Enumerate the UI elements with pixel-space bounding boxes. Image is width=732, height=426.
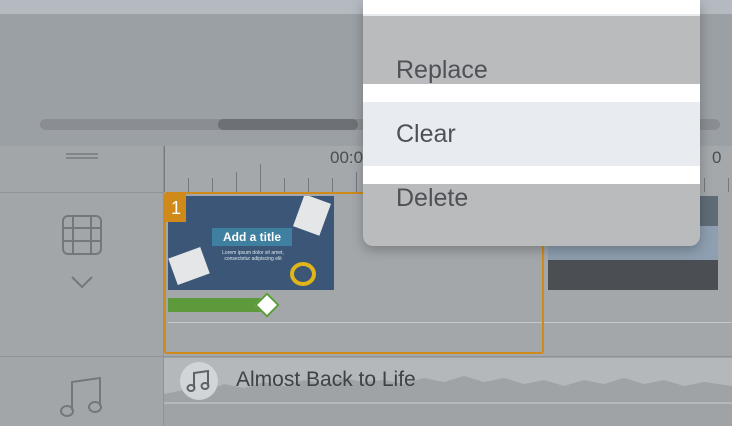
film-strip-icon[interactable] xyxy=(61,214,103,256)
menu-item-clear[interactable]: Clear xyxy=(363,102,700,166)
floor-area xyxy=(548,260,718,290)
audio-clip-name: Almost Back to Life xyxy=(236,368,416,391)
music-note-icon[interactable] xyxy=(58,376,106,420)
context-menu: Replace Clear Delete xyxy=(363,0,700,246)
clip-number-badge: 1 xyxy=(166,194,186,222)
audio-clip-music-icon xyxy=(180,362,218,400)
ruler-time-label: 00:0 xyxy=(330,148,364,167)
menu-item-delete[interactable]: Delete xyxy=(363,166,700,230)
menu-top-strip xyxy=(363,0,700,14)
chevron-down-icon[interactable] xyxy=(70,274,94,290)
scrollbar-thumb[interactable] xyxy=(218,119,358,130)
menu-separator xyxy=(363,84,700,102)
divider xyxy=(0,356,732,357)
ruler-time-label-right: 0 xyxy=(712,148,722,167)
drag-handle-icon[interactable] xyxy=(66,153,98,163)
menu-separator xyxy=(363,14,700,16)
